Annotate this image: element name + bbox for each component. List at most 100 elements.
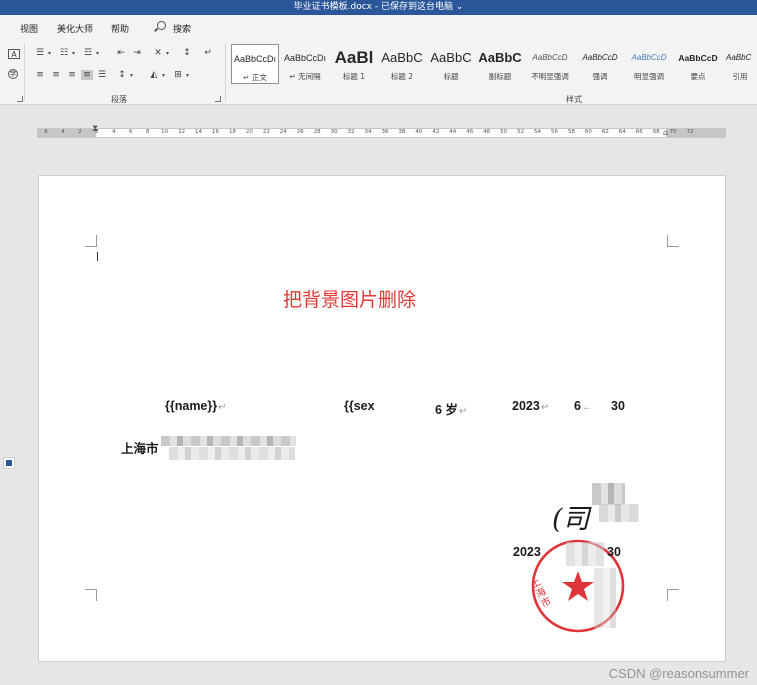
style-name: 标题 2 (390, 72, 414, 81)
ruler-tick-label: 32 (347, 129, 355, 135)
ruler-tick-label: 10 (161, 129, 169, 135)
bullets-dropdown-icon[interactable]: ▾ (48, 50, 51, 57)
style-name: ↵ 无间隔 (289, 72, 321, 81)
numbering-dropdown-icon[interactable]: ▾ (72, 50, 75, 57)
align-left-icon[interactable]: ≡ (34, 70, 46, 80)
ruler-tick-label: 30 (330, 129, 338, 135)
style-quote[interactable]: AaBbC 引用 (723, 44, 757, 84)
ruler-tick-label: 38 (398, 129, 406, 135)
city-field[interactable]: 上海市 (121, 438, 159, 457)
search-label[interactable]: 搜索 (173, 22, 191, 35)
ruler-tick-label: 4 (112, 129, 116, 135)
menu-view[interactable]: 视图 (20, 22, 38, 35)
horizontal-ruler[interactable]: 6 4 2 2 4 6 8 10 12 14 16 18 20 22 24 26 28 30 32 34 36 38 40 4… (37, 128, 726, 138)
style-name: 明显强调 (634, 72, 664, 81)
style-subtle-emphasis[interactable]: AaBbCcD 不明显强调 (526, 44, 574, 84)
sign-day[interactable]: 30 (607, 545, 621, 559)
style-name: 强调 (592, 72, 608, 81)
borders-dropdown-icon[interactable]: ▾ (186, 72, 189, 79)
margin-corner (85, 235, 97, 247)
paragraph-group-label: 段落 (111, 95, 127, 104)
increase-indent-icon[interactable]: ⇥ (131, 48, 143, 58)
style-preview: AaBbCcD (631, 53, 667, 62)
phonetic-guide-icon[interactable]: 字 (8, 69, 18, 79)
ruler-tick-label: 22 (262, 129, 270, 135)
borders-icon[interactable]: ⊞ (172, 70, 184, 80)
style-heading-1[interactable]: AaBl 标题 1 (330, 44, 378, 84)
shading-icon[interactable]: ◭ (148, 70, 160, 80)
menu-help[interactable]: 帮助 (111, 22, 129, 35)
style-strong[interactable]: AaBbCcD 要点 (674, 44, 722, 84)
age-text: 6 岁 (435, 403, 458, 417)
redacted-address (169, 447, 295, 460)
signature-text: (司 (552, 504, 590, 535)
left-indent-marker-icon[interactable]: ⧗ (92, 124, 98, 134)
ruler-tick-label: 58 (567, 129, 575, 135)
window-title: 毕业证书模板.docx - 已保存到这台电脑 ⌄ (0, 0, 757, 15)
align-right-icon[interactable]: ≡ (66, 70, 78, 80)
day-field[interactable]: 30 (611, 399, 625, 413)
justify-icon[interactable]: ≡ (81, 70, 93, 80)
sort-icon[interactable]: ↕ (181, 48, 193, 58)
style-normal[interactable]: AaBbCcDı ↵ 正文 (231, 44, 279, 84)
decrease-indent-icon[interactable]: ⇤ (115, 48, 127, 58)
year-field[interactable]: 2023↵ (512, 399, 549, 413)
ruler-tick-label: 60 (584, 129, 592, 135)
right-indent-marker-icon[interactable]: ⌂ (663, 128, 668, 137)
watermark: CSDN @reasonsummer (608, 666, 749, 681)
paragraph-dialog-launcher-icon[interactable] (215, 96, 221, 102)
ruler-tick-label: 42 (432, 129, 440, 135)
style-heading-2[interactable]: AaBbC 标题 2 (378, 44, 426, 84)
ruler-tick-label: 50 (500, 129, 508, 135)
bullets-icon[interactable]: ☰ (34, 48, 46, 58)
style-intense-emphasis[interactable]: AaBbCcD 明显强调 (625, 44, 673, 84)
text-cursor (97, 252, 98, 261)
style-subtitle[interactable]: AaBbC 副标题 (476, 44, 524, 84)
age-field[interactable]: 6 岁↵ (435, 399, 467, 418)
style-preview: AaBbC (478, 50, 522, 65)
year-text: 2023 (512, 399, 540, 413)
style-preview: AaBl (334, 48, 374, 67)
style-emphasis[interactable]: AaBbCcD 强调 (576, 44, 624, 84)
text-box-icon[interactable]: A (8, 49, 20, 59)
margin-corner (85, 589, 97, 601)
ruler-tick-label: 64 (618, 129, 626, 135)
chinese-layout-dropdown-icon[interactable]: ▾ (166, 50, 169, 57)
line-spacing-icon[interactable]: ↕ (116, 70, 128, 80)
month-field[interactable]: 6← (574, 399, 592, 413)
navigation-pane-icon[interactable] (3, 457, 15, 469)
chinese-layout-icon[interactable]: ✕ (152, 48, 164, 58)
style-preview: AaBbC (430, 50, 472, 65)
style-name: 要点 (690, 72, 706, 81)
ruler-tick-label: 28 (313, 129, 321, 135)
multilevel-dropdown-icon[interactable]: ▾ (96, 50, 99, 57)
ruler-tick-label: 34 (364, 129, 372, 135)
style-no-spacing[interactable]: AaBbCcDı ↵ 无间隔 (281, 44, 329, 84)
ruler-tick-label: 20 (245, 129, 253, 135)
numbering-icon[interactable]: ☷ (58, 48, 70, 58)
search-icon[interactable] (157, 21, 166, 30)
ruler-ticks: 6 4 2 2 4 6 8 10 12 14 16 18 20 22 24 26 28 30 32 34 36 38 40 4… (38, 128, 725, 138)
distributed-icon[interactable]: ☰ (96, 70, 108, 80)
style-preview: AaBbCcD (678, 53, 718, 63)
multilevel-list-icon[interactable]: ☲ (82, 48, 94, 58)
sex-field[interactable]: {{sex (344, 399, 375, 413)
ruler-tick-label: 52 (517, 129, 525, 135)
style-name: 标题 1 (342, 72, 366, 81)
style-name: 标题 (443, 72, 459, 81)
name-field[interactable]: {{name}}↵ (165, 399, 227, 413)
align-center-icon[interactable]: ≡ (50, 70, 62, 80)
document-title[interactable]: 把背景图片删除 (283, 285, 416, 312)
ruler-tick-label: 18 (228, 129, 236, 135)
style-title[interactable]: AaBbC 标题 (427, 44, 475, 84)
document-page[interactable]: 把背景图片删除 {{name}}↵ {{sex 6 岁↵ 2023↵ 6← 30… (38, 175, 726, 662)
sign-year[interactable]: 2023 (513, 545, 541, 559)
ruler-tick-label: 56 (551, 129, 558, 135)
font-dialog-launcher-icon[interactable] (17, 96, 23, 102)
margin-corner (667, 589, 679, 601)
paragraph-mark: ↵ (218, 402, 227, 413)
menu-beautify-master[interactable]: 美化大师 (57, 22, 93, 35)
show-marks-icon[interactable]: ↵ (202, 48, 214, 58)
line-spacing-dropdown-icon[interactable]: ▾ (130, 72, 133, 79)
shading-dropdown-icon[interactable]: ▾ (162, 72, 165, 79)
